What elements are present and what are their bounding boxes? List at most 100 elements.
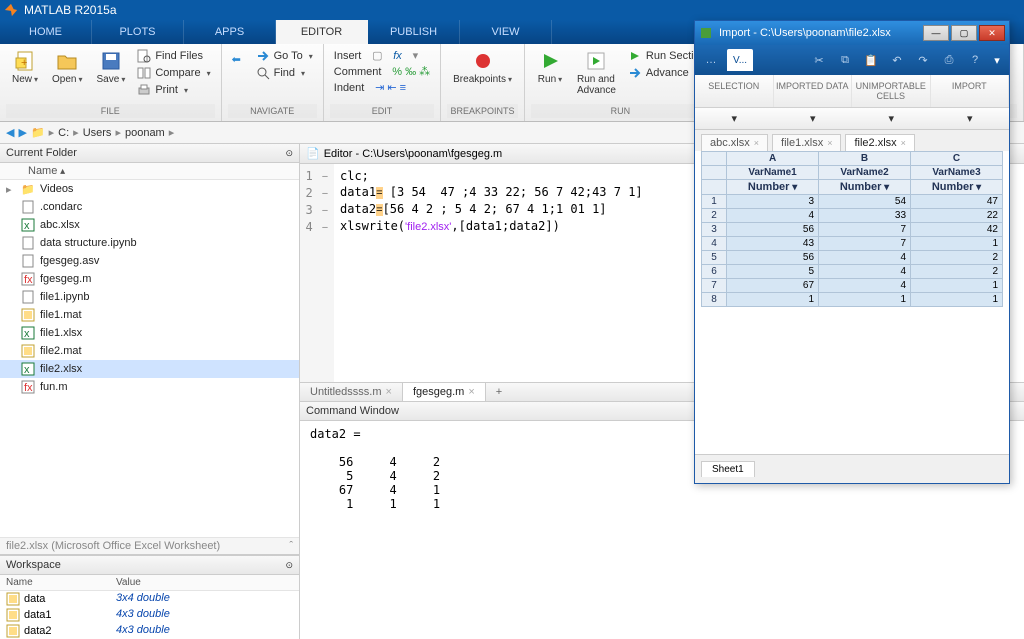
- import-window[interactable]: Import - C:\Users\poonam\file2.xlsx — ▢ …: [694, 20, 1010, 484]
- redo-icon[interactable]: ↷: [913, 50, 933, 70]
- table-row[interactable]: 6542: [702, 265, 1003, 279]
- tab-view[interactable]: VIEW: [460, 20, 552, 44]
- file-row[interactable]: xfile1.xlsx: [0, 324, 299, 342]
- table-row[interactable]: 243322: [702, 209, 1003, 223]
- find-files-button[interactable]: Find Files: [133, 48, 214, 64]
- import-dropdown[interactable]: ▾: [931, 108, 1010, 129]
- nav-back[interactable]: ⬅: [228, 52, 250, 68]
- file-status: file2.xlsx (Microsoft Office Excel Works…: [0, 537, 299, 554]
- file-row[interactable]: file1.mat: [0, 306, 299, 324]
- ws-col-name[interactable]: Name: [0, 575, 110, 590]
- editor-doc-icon: 📄: [306, 147, 320, 160]
- goto-button[interactable]: Go To: [252, 48, 317, 64]
- current-folder-header: Current Folder⊙: [0, 144, 299, 163]
- close-button[interactable]: ✕: [979, 25, 1005, 41]
- run-group-label: RUN: [531, 104, 710, 118]
- toolbar-tab[interactable]: V...: [727, 49, 753, 71]
- crumb-poonam[interactable]: poonam: [125, 127, 165, 139]
- maximize-button[interactable]: ▢: [951, 25, 977, 41]
- toolbar-back[interactable]: …: [701, 50, 721, 70]
- print-icon[interactable]: ⎙: [939, 50, 959, 70]
- table-row[interactable]: 8111: [702, 293, 1003, 307]
- ws-col-value[interactable]: Value: [110, 575, 147, 590]
- code-area[interactable]: clc; data1= [3 54 47 ;4 33 22; 56 7 42;4…: [334, 164, 649, 382]
- expand-icon[interactable]: ˆ: [289, 540, 293, 552]
- table-row[interactable]: 76741: [702, 279, 1003, 293]
- crumb-users[interactable]: Users: [83, 127, 112, 139]
- copy-icon[interactable]: ⧉: [835, 50, 855, 70]
- close-icon[interactable]: ×: [754, 138, 759, 148]
- cut-icon[interactable]: ✂: [809, 50, 829, 70]
- selection-dropdown[interactable]: ▾: [695, 108, 774, 129]
- import-tab-file1[interactable]: file1.xlsx×: [772, 134, 841, 151]
- file-row[interactable]: xfile2.xlsx: [0, 360, 299, 378]
- import-titlebar[interactable]: Import - C:\Users\poonam\file2.xlsx — ▢ …: [695, 21, 1009, 45]
- panel-menu-icon[interactable]: ⊙: [285, 560, 293, 571]
- import-section-headers: SELECTION IMPORTED DATA UNIMPORTABLE CEL…: [695, 75, 1009, 108]
- table-row[interactable]: 44371: [702, 237, 1003, 251]
- workspace-row[interactable]: data14x3 double: [0, 607, 299, 623]
- tab-home[interactable]: HOME: [0, 20, 92, 44]
- import-tab-abc[interactable]: abc.xlsx×: [701, 134, 768, 151]
- help-icon[interactable]: ?: [965, 50, 985, 70]
- file-row[interactable]: data structure.ipynb: [0, 234, 299, 252]
- imported-dropdown[interactable]: ▾: [774, 108, 853, 129]
- minimize-button[interactable]: —: [923, 25, 949, 41]
- file-row[interactable]: ▸📁Videos: [0, 180, 299, 198]
- tab-untitled[interactable]: Untitledssss.m×: [300, 383, 403, 401]
- panel-menu-icon[interactable]: ⊙: [285, 148, 293, 159]
- import-tab-file2[interactable]: file2.xlsx×: [845, 134, 914, 151]
- toolbar-more[interactable]: ▾: [991, 54, 1003, 66]
- tab-publish[interactable]: PUBLISH: [368, 20, 460, 44]
- workspace-row[interactable]: data3x4 double: [0, 591, 299, 607]
- line-gutter[interactable]: 1 − 2 − 3 − 4 −: [300, 164, 334, 382]
- file-row[interactable]: fgesgeg.asv: [0, 252, 299, 270]
- workspace-row[interactable]: data24x3 double: [0, 623, 299, 639]
- run-button[interactable]: Run: [531, 48, 569, 87]
- indent-button[interactable]: Indent ⇥ ⇤ ≡: [330, 80, 434, 95]
- comment-button[interactable]: Comment % ‰ ⁂: [330, 64, 434, 79]
- close-icon[interactable]: ×: [468, 386, 474, 398]
- sheet-tab[interactable]: Sheet1: [701, 461, 755, 477]
- table-row[interactable]: 356742: [702, 223, 1003, 237]
- file-list[interactable]: ▸📁Videos.condarcxabc.xlsxdata structure.…: [0, 180, 299, 537]
- table-row[interactable]: 135447: [702, 195, 1003, 209]
- file-row[interactable]: file1.ipynb: [0, 288, 299, 306]
- file-row[interactable]: fxfgesgeg.m: [0, 270, 299, 288]
- add-tab-button[interactable]: +: [486, 383, 512, 401]
- run-advance-button[interactable]: Run and Advance: [571, 48, 622, 98]
- paste-icon[interactable]: 📋: [861, 50, 881, 70]
- unimportable-dropdown[interactable]: ▾: [852, 108, 931, 129]
- nav-back-icon[interactable]: ◀: [6, 126, 14, 139]
- undo-icon[interactable]: ↶: [887, 50, 907, 70]
- file-row[interactable]: file2.mat: [0, 342, 299, 360]
- save-button[interactable]: Save: [91, 48, 132, 87]
- file-row[interactable]: .condarc: [0, 198, 299, 216]
- tab-plots[interactable]: PLOTS: [92, 20, 184, 44]
- app-title: MATLAB R2015a: [24, 3, 117, 17]
- import-data-grid[interactable]: ABC VarName1VarName2VarName3 Number ▾Num…: [701, 151, 1003, 307]
- close-icon[interactable]: ×: [827, 138, 832, 148]
- compare-button[interactable]: Compare: [133, 65, 214, 81]
- insert-button[interactable]: Insert ▢ fx ▾: [330, 48, 434, 63]
- find-button[interactable]: Find: [252, 65, 317, 81]
- print-button[interactable]: Print: [133, 82, 214, 98]
- new-button[interactable]: +New: [6, 48, 44, 87]
- svg-text:x: x: [24, 364, 30, 376]
- file-row[interactable]: xabc.xlsx: [0, 216, 299, 234]
- close-icon[interactable]: ×: [386, 386, 392, 398]
- tab-editor[interactable]: EDITOR: [276, 20, 368, 44]
- import-toolbar: … V... ✂ ⧉ 📋 ↶ ↷ ⎙ ? ▾: [695, 45, 1009, 75]
- tab-apps[interactable]: APPS: [184, 20, 276, 44]
- breakpoints-button[interactable]: Breakpoints: [447, 48, 518, 87]
- table-row[interactable]: 55642: [702, 251, 1003, 265]
- file-group-label: FILE: [6, 104, 215, 118]
- crumb-drive[interactable]: C:: [58, 127, 69, 139]
- svg-text:+: +: [21, 57, 27, 69]
- nav-fwd-icon[interactable]: ▶: [18, 126, 26, 139]
- close-icon[interactable]: ×: [901, 138, 906, 148]
- file-name-column[interactable]: Name ▴: [0, 163, 299, 180]
- open-button[interactable]: Open: [46, 48, 88, 87]
- file-row[interactable]: fxfun.m: [0, 378, 299, 396]
- tab-fgesgeg[interactable]: fgesgeg.m×: [403, 383, 486, 401]
